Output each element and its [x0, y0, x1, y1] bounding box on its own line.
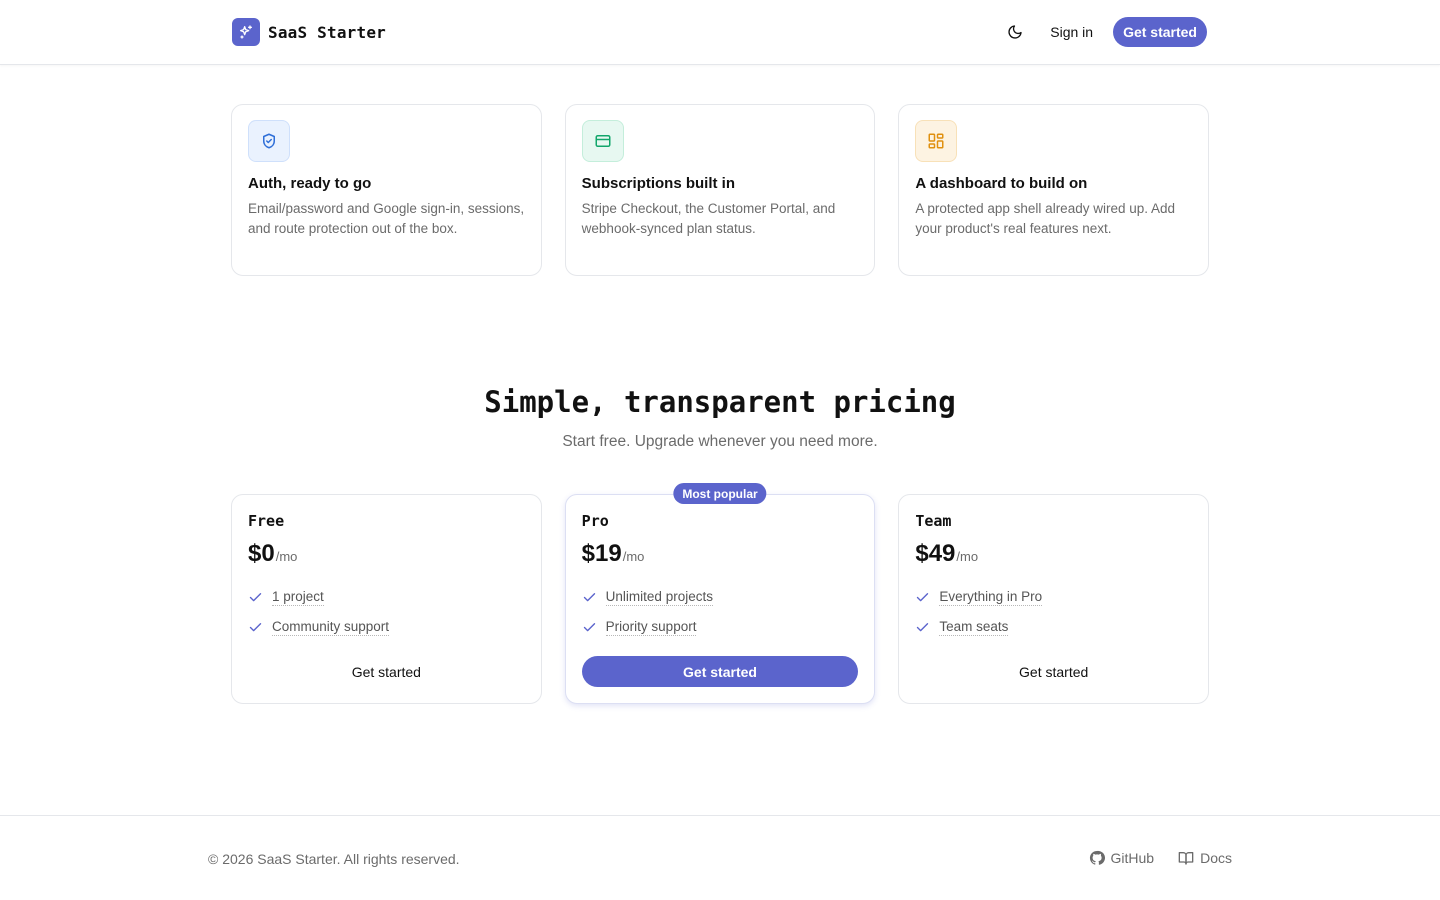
plan-feature-list: Unlimited projects Priority support — [582, 582, 859, 642]
layout-dashboard-icon — [915, 120, 958, 162]
moon-icon — [1008, 25, 1022, 39]
price-row: $0 /mo — [248, 540, 525, 568]
feature-title: Subscriptions built in — [581, 175, 736, 192]
plan-price: $49 — [915, 540, 956, 567]
list-item: Everything in Pro — [915, 582, 1192, 612]
brand-link[interactable]: SaaS Starter — [232, 18, 386, 46]
check-icon — [917, 592, 929, 601]
feature-description: Email/password and Google sign-in, sessi… — [248, 201, 525, 236]
shield-check-icon — [248, 120, 290, 162]
check-icon — [583, 622, 595, 631]
theme-toggle-button[interactable] — [1000, 17, 1030, 47]
brand-name: SaaS Starter — [268, 22, 386, 42]
price-row: $19 /mo — [582, 540, 859, 568]
pricing-title: Simple, transparent pricing — [484, 385, 956, 419]
check-icon — [917, 622, 929, 631]
list-item: Unlimited projects — [582, 582, 859, 612]
footer-links: GitHub Docs — [1089, 850, 1232, 866]
plan-card-free: Free $0 /mo 1 project Community support … — [231, 494, 542, 704]
plan-feature-text: Community support — [272, 618, 390, 636]
plan-period: /mo — [275, 549, 298, 564]
sparkles-icon — [232, 18, 260, 46]
free-get-started-button[interactable]: Get started — [248, 656, 525, 687]
plan-feature-text: 1 project — [272, 588, 324, 606]
get-started-button[interactable]: Get started — [1113, 17, 1207, 47]
list-item: Team seats — [915, 612, 1192, 642]
plan-feature-text: Team seats — [939, 618, 1009, 636]
plan-card-team: Team $49 /mo Everything in Pro Team seat… — [898, 494, 1210, 704]
github-label: GitHub — [1110, 850, 1155, 866]
check-icon — [249, 622, 262, 631]
site-header: SaaS Starter Sign in Get started — [0, 0, 1440, 65]
price-row: $49 /mo — [915, 540, 1192, 568]
feature-title: Auth, ready to go — [248, 175, 372, 192]
book-open-icon — [1178, 852, 1194, 865]
check-icon — [583, 592, 595, 601]
team-get-started-button[interactable]: Get started — [915, 656, 1192, 687]
feature-description: Stripe Checkout, the Customer Portal, an… — [581, 201, 836, 236]
pricing-subtitle: Start free. Upgrade whenever you need mo… — [562, 433, 878, 450]
plan-price: $0 — [248, 540, 275, 567]
docs-label: Docs — [1200, 850, 1232, 866]
github-icon — [1089, 850, 1105, 865]
plan-period: /mo — [622, 549, 645, 564]
sign-in-link[interactable]: Sign in — [1050, 24, 1093, 40]
features-section: Auth, ready to go Email/password and Goo… — [231, 104, 1210, 276]
pro-get-started-button[interactable]: Get started — [581, 656, 859, 687]
plan-period: /mo — [956, 549, 979, 564]
copyright-text: © 2026 SaaS Starter. All rights reserved… — [208, 851, 460, 867]
feature-title: A dashboard to build on — [915, 175, 1088, 192]
feature-card-auth: Auth, ready to go Email/password and Goo… — [231, 104, 542, 276]
plan-card-pro: Most popular Pro $19 /mo Unlimited proje… — [564, 483, 876, 704]
plan-price: $19 — [581, 540, 622, 567]
docs-link[interactable]: Docs — [1178, 850, 1232, 866]
credit-card-icon — [581, 120, 624, 162]
plan-feature-list: Everything in Pro Team seats — [915, 582, 1192, 642]
check-icon — [249, 592, 262, 601]
list-item: Community support — [248, 612, 525, 642]
feature-card-subscriptions: Subscriptions built in Stripe Checkout, … — [564, 104, 876, 276]
pricing-plans: Free $0 /mo 1 project Community support … — [231, 483, 1210, 704]
list-item: 1 project — [248, 582, 525, 612]
plan-feature-list: 1 project Community support — [248, 582, 525, 642]
feature-description: A protected app shell already wired up. … — [915, 201, 1176, 236]
site-footer: © 2026 SaaS Starter. All rights reserved… — [0, 815, 1440, 900]
github-link[interactable]: GitHub — [1089, 850, 1155, 866]
list-item: Priority support — [582, 612, 859, 642]
plan-name: Pro — [581, 512, 609, 530]
plan-feature-text: Everything in Pro — [939, 588, 1043, 606]
plan-feature-text: Unlimited projects — [605, 588, 713, 606]
plan-feature-text: Priority support — [605, 618, 697, 636]
plan-name: Free — [248, 512, 285, 530]
header-nav: Sign in Get started — [1000, 17, 1207, 47]
most-popular-badge: Most popular — [673, 483, 767, 504]
feature-card-dashboard: A dashboard to build on A protected app … — [898, 104, 1210, 276]
plan-name: Team — [915, 512, 952, 530]
